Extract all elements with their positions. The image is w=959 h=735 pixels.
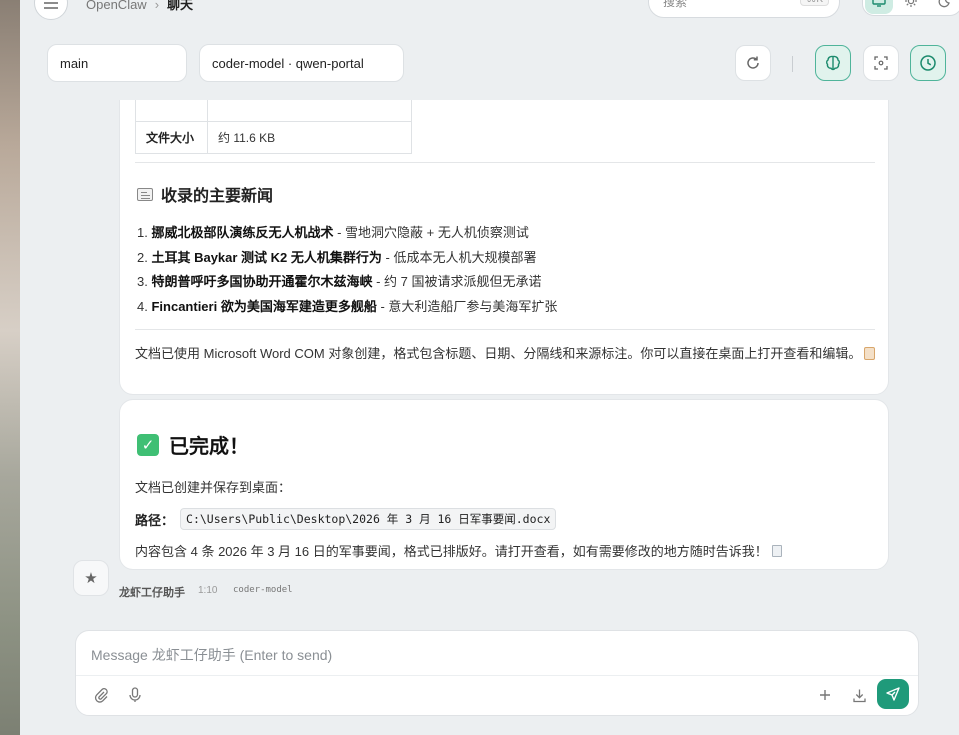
openclaw-app: OpenClaw › 聊天 搜索 ⌘K main coder-model · qwe… <box>20 0 959 735</box>
desktop-wallpaper <box>0 0 20 735</box>
menu-icon[interactable] <box>34 0 68 20</box>
divider <box>135 329 875 330</box>
brain-icon[interactable] <box>815 45 851 81</box>
list-number: 2. <box>137 249 152 265</box>
table-value: 约 11.6 KB <box>207 121 412 154</box>
section-heading: 收录的主要新闻 <box>137 182 273 206</box>
done-heading: ✓ 已完成！ <box>137 430 249 459</box>
theme-mode-group <box>862 0 959 16</box>
note-text: 文档已使用 Microsoft Word COM 对象创建，格式包含标题、日期、… <box>135 346 862 361</box>
mic-icon[interactable] <box>124 683 146 707</box>
news-desc: - 意大利造船厂参与美海军扩张 <box>376 298 558 314</box>
doc-info-table: 文件大小 约 11.6 KB <box>135 100 412 154</box>
newspaper-icon <box>137 187 153 201</box>
list-item: 1. 挪威北极部队演练反无人机战术 - 雪地洞穴隐蔽 + 无人机侦察测试 <box>137 221 557 246</box>
search-placeholder: 搜索 <box>663 0 688 9</box>
check-icon: ✓ <box>137 433 159 456</box>
table-key: 文件大小 <box>135 121 208 154</box>
message-time: 1:10 <box>198 585 218 596</box>
path-code[interactable]: C:\Users\Public\Desktop\2026 年 3 月 16 日军… <box>180 508 557 530</box>
table-value <box>207 100 412 122</box>
star-icon: ★ <box>73 560 109 596</box>
refresh-icon[interactable] <box>735 45 771 81</box>
breadcrumb-current: 聊天 <box>167 0 194 12</box>
focus-icon[interactable] <box>863 45 899 81</box>
toolbar-divider <box>792 56 793 72</box>
news-desc: - 约 7 国被请求派舰但无承诺 <box>372 274 542 289</box>
clock-icon[interactable] <box>910 45 946 81</box>
list-number: 1. <box>137 225 152 240</box>
plus-icon[interactable] <box>814 683 836 707</box>
list-item: 3. 特朗普呼吁多国协助开通霍尔木兹海峡 - 约 7 国被请求派舰但无承诺 <box>137 270 557 295</box>
table-row: 文件大小 约 11.6 KB <box>135 121 412 154</box>
send-button[interactable] <box>877 679 909 709</box>
path-label: 路径： <box>135 512 175 528</box>
news-title: Fincantieri 欲为美国海军建造更多舰船 <box>151 298 377 314</box>
done-title-text: 已完成！ <box>169 436 249 458</box>
send-icon <box>886 687 900 701</box>
news-desc: - 雪地洞穴隐蔽 + 无人机侦察测试 <box>333 225 529 240</box>
session-bar: main coder-model · qwen-portal <box>20 44 959 84</box>
document-icon <box>771 545 782 557</box>
moon-icon[interactable] <box>929 0 957 14</box>
top-header: OpenClaw › 聊天 搜索 ⌘K <box>20 0 959 22</box>
news-title: 挪威北极部队演练反无人机战术 <box>151 225 334 240</box>
sender-name: 龙虾工仔助手 <box>119 587 185 599</box>
table-row <box>135 100 412 122</box>
sun-icon[interactable] <box>897 0 925 14</box>
path-row: 路径： C:\Users\Public\Desktop\2026 年 3 月 1… <box>135 508 557 530</box>
news-list: 1. 挪威北极部队演练反无人机战术 - 雪地洞穴隐蔽 + 无人机侦察测试 2. … <box>137 221 557 319</box>
divider <box>135 162 875 163</box>
agent-select[interactable]: main <box>47 44 187 82</box>
note-paragraph: 文档已使用 Microsoft Word COM 对象创建，格式包含标题、日期、… <box>135 344 880 364</box>
export-icon[interactable] <box>848 683 870 707</box>
news-title: 特朗普呼吁多国协助开通霍尔木兹海峡 <box>151 274 373 289</box>
section-title-text: 收录的主要新闻 <box>161 188 274 205</box>
search-shortcut: ⌘K <box>800 0 829 6</box>
list-number: 4. <box>137 298 152 314</box>
composer-divider <box>76 675 918 676</box>
paperclip-icon[interactable] <box>90 683 112 707</box>
message-input[interactable]: Message 龙虾工仔助手 (Enter to send) <box>91 645 332 665</box>
table-key <box>135 100 208 122</box>
model-badge: coder-model <box>228 584 298 596</box>
chat-thread[interactable]: 文件大小 约 11.6 KB 收录的主要新闻 1. 挪威北极部队演练反无人机战术… <box>20 100 959 620</box>
breadcrumb: OpenClaw › 聊天 <box>86 0 193 13</box>
assistant-message: 文件大小 约 11.6 KB 收录的主要新闻 1. 挪威北极部队演练反无人机战术… <box>119 100 889 395</box>
list-item: 2. 土耳其 Baykar 测试 K2 无人机集群行为 - 低成本无人机大规模部… <box>137 246 557 271</box>
list-number: 3. <box>137 274 152 289</box>
search-input[interactable]: 搜索 ⌘K <box>648 0 840 18</box>
breadcrumb-separator: › <box>154 0 160 12</box>
breadcrumb-root[interactable]: OpenClaw <box>86 0 147 12</box>
summary-paragraph: 内容包含 4 条 2026 年 3 月 16 日的军事要闻，格式已排版好。请打开… <box>135 541 782 560</box>
monitor-icon[interactable] <box>865 0 893 14</box>
news-title: 土耳其 Baykar 测试 K2 无人机集群行为 <box>151 249 382 265</box>
saved-text: 文档已创建并保存到桌面： <box>135 480 292 495</box>
message-meta: ★ 龙虾工仔助手 1:10 coder-model <box>73 560 473 599</box>
assistant-message: ✓ 已完成！ 文档已创建并保存到桌面： 路径： C:\Users\Public\… <box>119 399 889 570</box>
list-item: 4. Fincantieri 欲为美国海军建造更多舰船 - 意大利造船厂参与美海… <box>137 295 557 320</box>
news-desc: - 低成本无人机大规模部署 <box>381 249 537 265</box>
model-select[interactable]: coder-model · qwen-portal <box>199 44 404 82</box>
message-composer: Message 龙虾工仔助手 (Enter to send) <box>75 630 919 716</box>
clipboard-icon <box>864 347 876 360</box>
summary-text: 内容包含 4 条 2026 年 3 月 16 日的军事要闻，格式已排版好。请打开… <box>135 544 768 559</box>
